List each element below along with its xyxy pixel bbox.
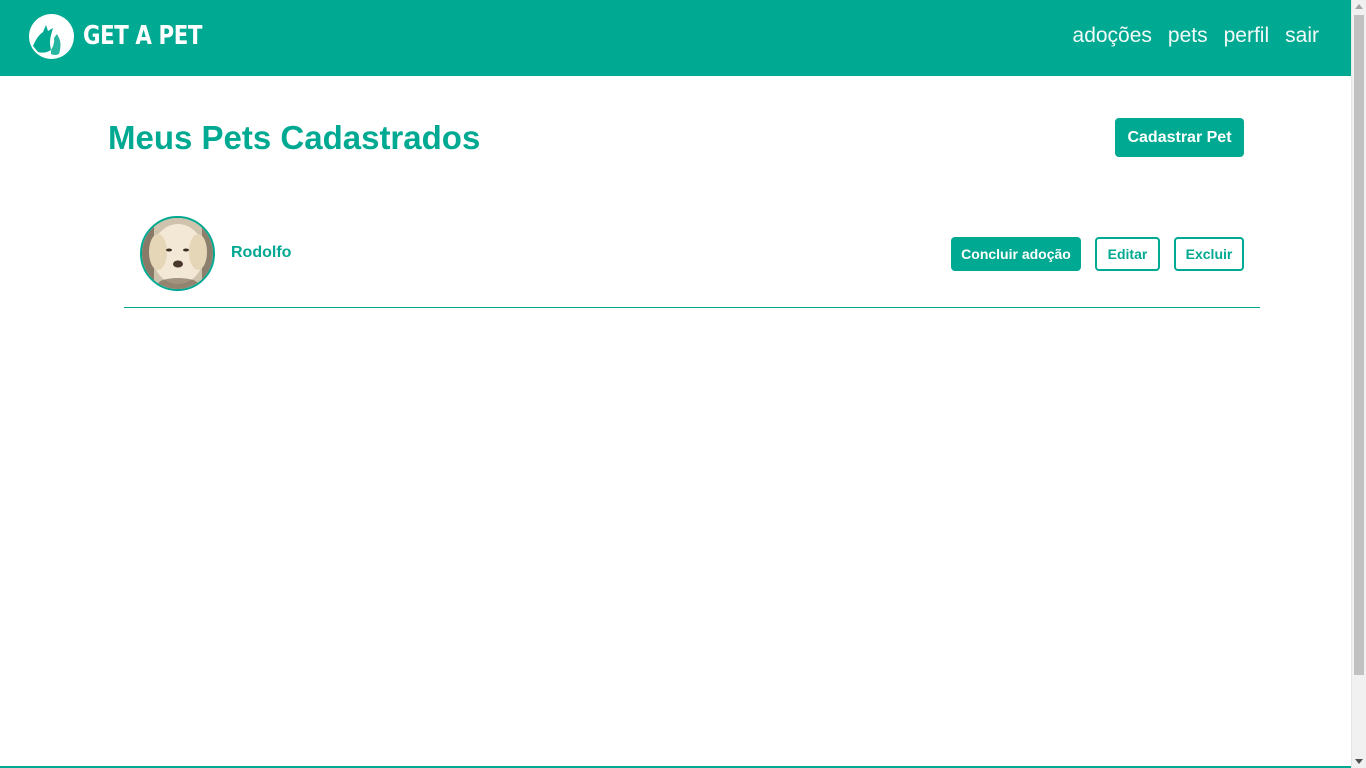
brand-name: GET A PET (83, 21, 203, 51)
delete-pet-button[interactable]: Excluir (1174, 237, 1244, 271)
pet-list: Rodolfo Concluir adoção Editar Excluir (124, 206, 1260, 308)
page-header: Meus Pets Cadastrados Cadastrar Pet (108, 118, 1244, 158)
nav-link-sair[interactable]: sair (1285, 24, 1319, 47)
nav-item: perfil (1224, 24, 1270, 48)
register-pet-button[interactable]: Cadastrar Pet (1115, 118, 1244, 157)
brand-logo-link[interactable]: GET A PET (29, 13, 228, 59)
scroll-down-icon[interactable] (1355, 759, 1363, 764)
vertical-scrollbar[interactable] (1351, 0, 1366, 768)
nav-link-perfil[interactable]: perfil (1224, 24, 1270, 47)
scroll-up-icon[interactable] (1355, 4, 1363, 9)
nav-item: pets (1168, 24, 1208, 48)
navbar: GET A PET adoções pets perfil sair (0, 0, 1351, 76)
scrollbar-thumb[interactable] (1354, 15, 1364, 675)
nav-link-adocoes[interactable]: adoções (1073, 24, 1152, 47)
puppy-photo-icon (142, 218, 213, 289)
nav-item: adoções (1073, 24, 1152, 48)
dog-cat-silhouette-icon (29, 13, 74, 59)
conclude-adoption-button[interactable]: Concluir adoção (951, 237, 1081, 271)
footer-divider (0, 754, 1351, 768)
nav-link-pets[interactable]: pets (1168, 24, 1208, 47)
pet-avatar (140, 216, 215, 291)
nav-menu: adoções pets perfil sair (1073, 24, 1319, 48)
page-title: Meus Pets Cadastrados (108, 119, 481, 156)
pet-list-item: Rodolfo Concluir adoção Editar Excluir (124, 206, 1260, 308)
page: GET A PET adoções pets perfil sair Meus … (0, 0, 1366, 768)
pet-name: Rodolfo (231, 244, 292, 261)
nav-item: sair (1285, 24, 1319, 48)
pet-actions: Concluir adoção Editar Excluir (951, 237, 1244, 271)
edit-pet-button[interactable]: Editar (1095, 237, 1160, 271)
